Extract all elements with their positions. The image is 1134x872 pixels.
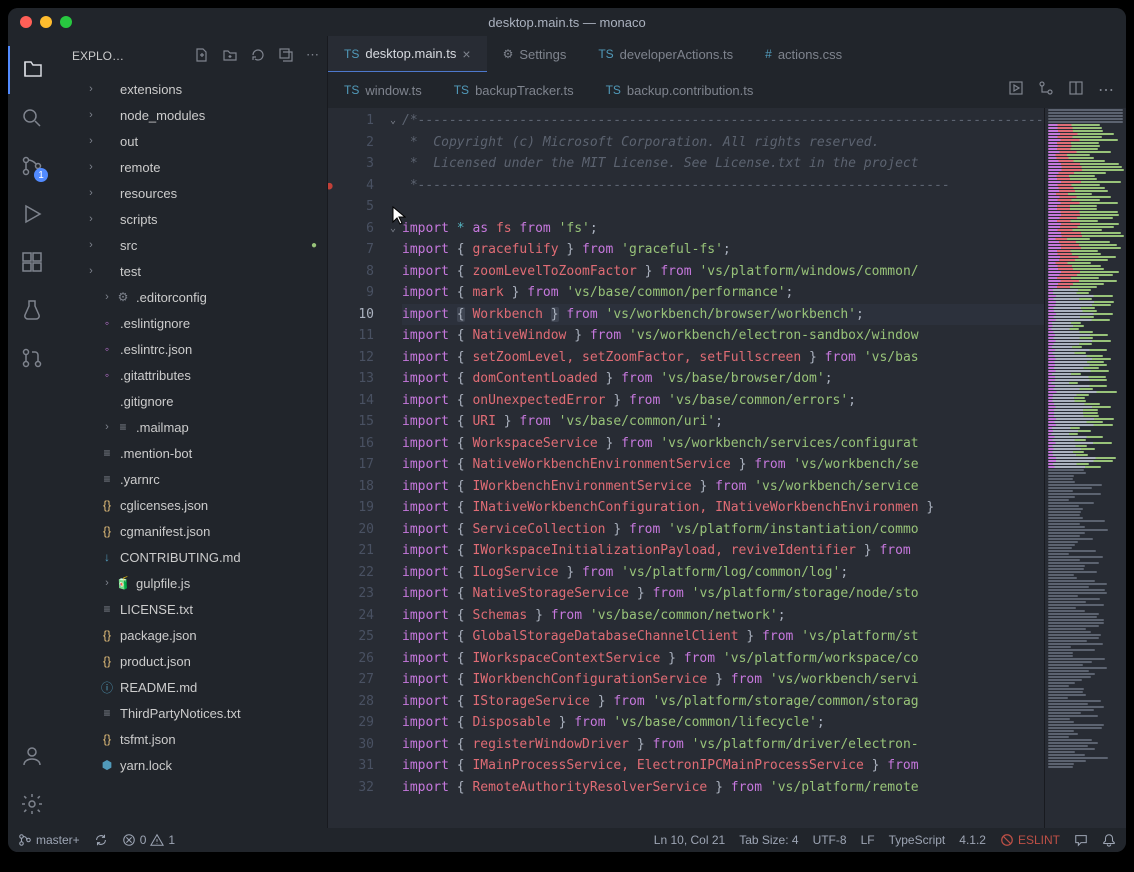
eslint-status[interactable]: ESLINT [1000, 833, 1060, 847]
more-actions-icon[interactable]: ⋯ [306, 47, 319, 66]
run-debug-icon[interactable] [8, 190, 56, 238]
tree-item[interactable]: {}cglicenses.json [56, 492, 327, 518]
tree-item[interactable]: ›resources [56, 180, 327, 206]
tree-item[interactable]: {}cgmanifest.json [56, 518, 327, 544]
code-content[interactable]: /*--------------------------------------… [402, 108, 1126, 828]
collapse-all-icon[interactable] [278, 47, 294, 66]
tab-window-ts[interactable]: TSwindow.ts [328, 72, 438, 108]
tree-item[interactable]: {}package.json [56, 622, 327, 648]
tree-item[interactable]: ›src [56, 232, 327, 258]
cursor-position-status[interactable]: Ln 10, Col 21 [654, 833, 725, 847]
eol-status[interactable]: LF [861, 833, 875, 847]
split-editor-icon[interactable] [1068, 80, 1084, 101]
pull-requests-icon[interactable] [8, 334, 56, 382]
encoding-status[interactable]: UTF-8 [813, 833, 847, 847]
new-folder-icon[interactable] [222, 47, 238, 66]
tree-item[interactable]: {}product.json [56, 648, 327, 674]
tree-item[interactable]: ›out [56, 128, 327, 154]
accounts-icon[interactable] [8, 732, 56, 780]
tree-item[interactable]: ≡LICENSE.txt [56, 596, 327, 622]
tree-item[interactable]: ↓CONTRIBUTING.md [56, 544, 327, 570]
editor-more-actions-icon[interactable]: ⋯ [1098, 80, 1114, 100]
feedback-icon[interactable] [1074, 833, 1088, 847]
source-control-icon[interactable]: 1 [8, 142, 56, 190]
tree-item[interactable]: ›node_modules [56, 102, 327, 128]
tree-item[interactable]: ›⚙.editorconfig [56, 284, 327, 310]
search-icon[interactable] [8, 94, 56, 142]
tab-desktop-main-ts[interactable]: TSdesktop.main.ts× [328, 36, 487, 72]
tree-item[interactable]: ≡ThirdPartyNotices.txt [56, 700, 327, 726]
tree-item[interactable]: ⬢yarn.lock [56, 752, 327, 778]
status-bar: master+ 0 1 Ln 10, Col 21 Tab Size: 4 UT… [8, 828, 1126, 852]
tabs-row-2: TSwindow.tsTSbackupTracker.tsTSbackup.co… [328, 72, 1126, 108]
tree-item[interactable]: ◦.eslintignore [56, 310, 327, 336]
compare-changes-icon[interactable] [1038, 80, 1054, 101]
tabs-row-1: TSdesktop.main.ts×⚙SettingsTSdeveloperAc… [328, 36, 1126, 72]
scm-badge: 1 [34, 168, 48, 182]
file-tree[interactable]: ›extensions›node_modules›out›remote›reso… [56, 76, 327, 828]
tab-developeractions-ts[interactable]: TSdeveloperActions.ts [582, 36, 749, 72]
tree-item[interactable]: ›extensions [56, 76, 327, 102]
tree-item[interactable]: ›scripts [56, 206, 327, 232]
tab-size-status[interactable]: Tab Size: 4 [739, 833, 798, 847]
explorer-sidebar: EXPLO… ⋯ ›extensions›node_modules›out›re… [56, 36, 328, 828]
tab-backup-contribution-ts[interactable]: TSbackup.contribution.ts [590, 72, 770, 108]
activity-bar: 1 [8, 36, 56, 828]
tree-item[interactable]: ›≡.mailmap [56, 414, 327, 440]
tab-actions-css[interactable]: #actions.css [749, 36, 858, 72]
notifications-icon[interactable] [1102, 833, 1116, 847]
tree-item[interactable]: ⓘREADME.md [56, 674, 327, 700]
tree-item[interactable]: ◦.eslintrc.json [56, 336, 327, 362]
window-title: desktop.main.ts — monaco [8, 15, 1126, 30]
tree-item[interactable]: ›🧃gulpfile.js [56, 570, 327, 596]
settings-gear-icon[interactable] [8, 780, 56, 828]
titlebar: desktop.main.ts — monaco [8, 8, 1126, 36]
tree-item[interactable]: ›remote [56, 154, 327, 180]
line-number-gutter[interactable]: 1234567891011121314151617181920212223242… [328, 108, 384, 828]
tab-settings[interactable]: ⚙Settings [487, 36, 583, 72]
sync-status[interactable] [94, 833, 108, 847]
language-status[interactable]: TypeScript [889, 833, 946, 847]
git-branch-status[interactable]: master+ [18, 833, 80, 847]
sidebar-title: EXPLO… [72, 49, 194, 63]
new-file-icon[interactable] [194, 47, 210, 66]
close-tab-icon[interactable]: × [462, 46, 470, 62]
tree-item[interactable]: ≡.yarnrc [56, 466, 327, 492]
minimap[interactable] [1044, 108, 1126, 828]
refresh-icon[interactable] [250, 47, 266, 66]
tree-item[interactable]: ◦.gitattributes [56, 362, 327, 388]
tree-item[interactable]: ›test [56, 258, 327, 284]
run-file-icon[interactable] [1008, 80, 1024, 101]
tree-item[interactable]: ≡.mention-bot [56, 440, 327, 466]
tree-item[interactable]: {}tsfmt.json [56, 726, 327, 752]
tab-backuptracker-ts[interactable]: TSbackupTracker.ts [438, 72, 590, 108]
explorer-icon[interactable] [8, 46, 56, 94]
testing-icon[interactable] [8, 286, 56, 334]
extensions-icon[interactable] [8, 238, 56, 286]
ts-version-status[interactable]: 4.1.2 [959, 833, 986, 847]
problems-status[interactable]: 0 1 [122, 833, 175, 847]
tree-item[interactable]: .gitignore [56, 388, 327, 414]
fold-column[interactable]: ⌄⌄ [384, 108, 402, 828]
